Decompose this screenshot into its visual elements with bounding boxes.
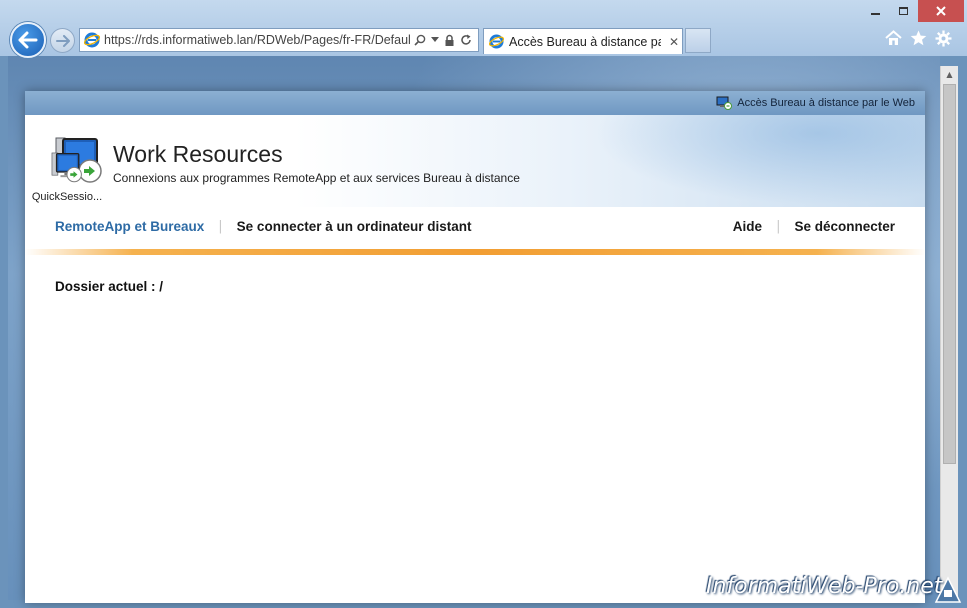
current-folder: Dossier actuel : / — [55, 279, 164, 294]
forward-button[interactable] — [50, 28, 75, 53]
new-tab-button[interactable] — [685, 28, 711, 53]
browser-toolbar — [885, 30, 952, 47]
site-logo-icon — [934, 576, 962, 603]
address-url[interactable]: https://rds.informatiweb.lan/RDWeb/Pages… — [104, 33, 410, 47]
rdweb-content: Dossier actuel : / — [25, 255, 925, 318]
forward-arrow-icon — [55, 34, 70, 47]
back-button[interactable] — [10, 22, 46, 58]
help-link[interactable]: Aide — [733, 219, 762, 234]
rdweb-top-bar: Accès Bureau à distance par le Web — [25, 91, 925, 115]
maximize-button[interactable] — [890, 0, 916, 22]
rdweb-banner: Work Resources Connexions aux programmes… — [25, 115, 925, 207]
app-quicksession[interactable]: QuickSessio... — [31, 151, 103, 203]
maximize-icon — [898, 7, 908, 15]
page-title: Work Resources — [113, 141, 283, 167]
minimize-icon — [870, 13, 880, 15]
remote-desktop-icon — [51, 152, 82, 183]
watermark: InformatiWeb-Pro.net — [706, 574, 943, 599]
minimize-button[interactable] — [862, 0, 888, 22]
ie-logo-icon — [489, 34, 504, 49]
nav-separator: | — [218, 219, 223, 234]
page-subtitle: Connexions aux programmes RemoteApp et a… — [113, 171, 520, 185]
address-bar[interactable]: https://rds.informatiweb.lan/RDWeb/Pages… — [79, 28, 479, 52]
rdweb-page: Accès Bureau à distance par le Web Work … — [25, 91, 925, 603]
scrollbar-thumb[interactable] — [943, 84, 956, 464]
tab-connect-remote[interactable]: Se connecter à un ordinateur distant — [237, 219, 472, 234]
close-window-button[interactable] — [918, 0, 964, 22]
refresh-icon[interactable] — [460, 34, 472, 46]
tab-close-icon[interactable]: ✕ — [669, 35, 679, 49]
nav-separator: | — [776, 219, 781, 234]
tab-remoteapp[interactable]: RemoteApp et Bureaux — [55, 219, 204, 234]
tab-rdweb[interactable]: Accès Bureau à distance pa... ✕ — [483, 28, 683, 54]
back-arrow-icon — [18, 31, 38, 49]
vertical-scrollbar[interactable]: ▲ ▼ — [940, 66, 958, 600]
close-icon — [936, 6, 946, 16]
rdweb-nav: RemoteApp et Bureaux | Se connecter à un… — [25, 207, 925, 249]
app-label: QuickSessio... — [31, 191, 103, 203]
tab-title: Accès Bureau à distance pa... — [509, 34, 661, 49]
ie-logo-icon — [84, 32, 100, 48]
dropdown-arrow-icon[interactable] — [431, 37, 439, 43]
home-icon[interactable] — [885, 30, 902, 46]
logout-link[interactable]: Se déconnecter — [794, 219, 895, 234]
scroll-up-icon[interactable]: ▲ — [941, 66, 958, 83]
settings-gear-icon[interactable] — [935, 30, 952, 47]
lock-icon[interactable] — [444, 34, 455, 47]
browser-chrome: https://rds.informatiweb.lan/RDWeb/Pages… — [0, 0, 967, 58]
remote-desktop-icon — [716, 96, 733, 110]
favorites-star-icon[interactable] — [910, 30, 927, 46]
rdweb-access-link[interactable]: Accès Bureau à distance par le Web — [737, 97, 915, 109]
search-icon[interactable] — [414, 34, 426, 46]
